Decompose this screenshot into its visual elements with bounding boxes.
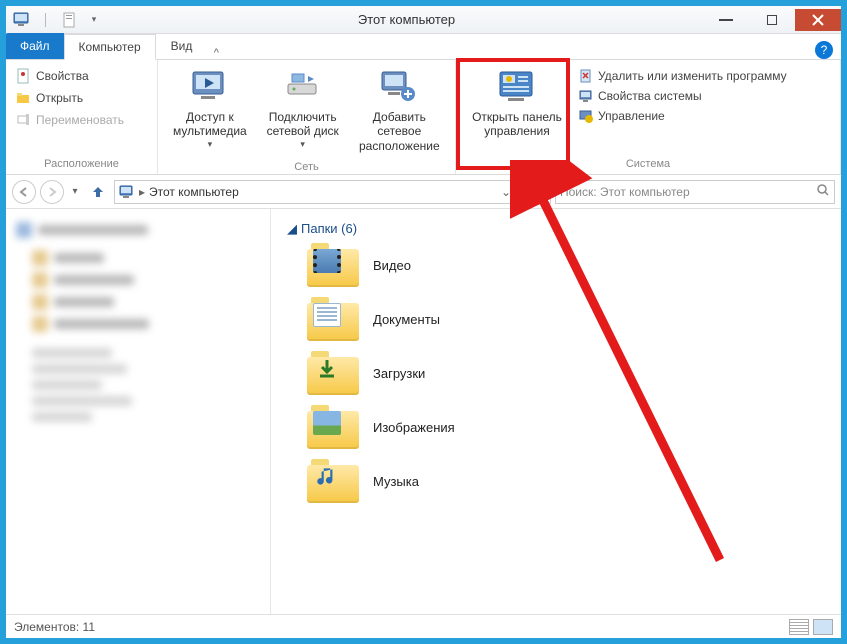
explorer-window: ▾ Этот компьютер Файл Компьютер Вид ^ ? … bbox=[6, 6, 841, 638]
folder-label: Музыка bbox=[373, 474, 419, 489]
dropdown-icon: ▾ bbox=[300, 139, 305, 150]
properties-qat-icon[interactable] bbox=[60, 10, 80, 30]
uninstall-program-button[interactable]: Удалить или изменить программу bbox=[574, 66, 791, 86]
dropdown-icon: ▾ bbox=[208, 139, 213, 150]
folder-item-pictures[interactable]: Изображения bbox=[307, 405, 829, 449]
folder-item-video[interactable]: Видео bbox=[307, 243, 829, 287]
map-drive-label: Подключить сетевой диск bbox=[260, 110, 346, 139]
add-network-location-button[interactable]: Добавить сетевое расположение bbox=[350, 64, 449, 155]
forward-button[interactable] bbox=[40, 180, 64, 204]
computer-icon bbox=[12, 10, 32, 30]
control-panel-icon bbox=[496, 66, 538, 108]
main-pane: ◢Папки (6) Видео Документы Загрузки Изображ… bbox=[271, 209, 841, 614]
folder-icon bbox=[307, 297, 359, 341]
folder-icon bbox=[307, 459, 359, 503]
manage-label: Управление bbox=[598, 109, 665, 123]
folder-label: Видео bbox=[373, 258, 411, 273]
view-details-button[interactable] bbox=[789, 619, 809, 635]
ribbon-group-network: Доступ к мультимедиа ▾ Подключить сетево… bbox=[158, 60, 456, 174]
open-control-panel-button[interactable]: Открыть панель управления bbox=[462, 64, 572, 141]
system-properties-icon bbox=[578, 88, 594, 104]
help-icon[interactable]: ? bbox=[815, 41, 833, 59]
ribbon-tabs: Файл Компьютер Вид ^ ? bbox=[6, 34, 841, 60]
rename-label: Переименовать bbox=[36, 113, 124, 127]
map-drive-icon bbox=[282, 66, 324, 108]
computer-icon bbox=[119, 184, 135, 200]
folder-icon bbox=[307, 243, 359, 287]
status-bar: Элементов: 11 bbox=[6, 614, 841, 638]
breadcrumb[interactable]: Этот компьютер bbox=[149, 185, 239, 199]
ribbon-group-location: Свойства Открыть Переименовать Расположе… bbox=[6, 60, 158, 174]
system-properties-button[interactable]: Свойства системы bbox=[574, 86, 791, 106]
tab-view[interactable]: Вид bbox=[156, 33, 208, 59]
history-dropdown-icon[interactable]: ▾ bbox=[68, 186, 82, 197]
back-button[interactable] bbox=[12, 180, 36, 204]
folder-label: Загрузки bbox=[373, 366, 425, 381]
folder-item-downloads[interactable]: Загрузки bbox=[307, 351, 829, 395]
media-access-icon bbox=[189, 66, 231, 108]
search-input[interactable]: Поиск: Этот компьютер bbox=[555, 180, 835, 204]
rename-icon bbox=[16, 112, 32, 128]
uninstall-label: Удалить или изменить программу bbox=[598, 69, 787, 83]
search-placeholder: Поиск: Этот компьютер bbox=[560, 185, 690, 199]
folders-section-header[interactable]: ◢Папки (6) bbox=[283, 217, 829, 243]
close-button[interactable] bbox=[795, 9, 841, 31]
manage-button[interactable]: Управление bbox=[574, 106, 791, 126]
uninstall-icon bbox=[578, 68, 594, 84]
properties-button[interactable]: Свойства bbox=[12, 66, 93, 86]
control-panel-label: Открыть панель управления bbox=[464, 110, 570, 139]
search-icon bbox=[816, 183, 830, 200]
window-title: Этот компьютер bbox=[110, 12, 703, 27]
properties-label: Свойства bbox=[36, 69, 89, 83]
folder-label: Изображения bbox=[373, 420, 455, 435]
minimize-ribbon-icon[interactable]: ^ bbox=[207, 47, 225, 59]
folder-item-documents[interactable]: Документы bbox=[307, 297, 829, 341]
navigation-pane[interactable] bbox=[6, 209, 271, 614]
window-controls bbox=[703, 9, 841, 31]
qat-dropdown-icon[interactable]: ▾ bbox=[84, 10, 104, 30]
qat-divider-icon bbox=[36, 10, 56, 30]
manage-icon bbox=[578, 108, 594, 124]
sysprops-label: Свойства системы bbox=[598, 89, 702, 103]
refresh-icon[interactable] bbox=[519, 183, 546, 200]
media-access-label: Доступ к мультимедиа bbox=[166, 110, 254, 139]
folder-icon bbox=[307, 405, 359, 449]
tab-file[interactable]: Файл bbox=[6, 33, 64, 59]
address-dropdown-icon[interactable]: ⌄ bbox=[497, 185, 515, 199]
group-system-label: Система bbox=[456, 156, 840, 174]
folder-label: Документы bbox=[373, 312, 440, 327]
address-bar[interactable]: ▸ Этот компьютер ⌄ bbox=[114, 180, 551, 204]
add-network-location-icon bbox=[378, 66, 420, 108]
open-label: Открыть bbox=[36, 91, 83, 105]
open-icon bbox=[16, 90, 32, 106]
folder-item-music[interactable]: Музыка bbox=[307, 459, 829, 503]
properties-icon bbox=[16, 68, 32, 84]
tab-computer[interactable]: Компьютер bbox=[64, 34, 156, 60]
item-count: Элементов: 11 bbox=[14, 620, 95, 634]
content-area: ◢Папки (6) Видео Документы Загрузки Изображ… bbox=[6, 209, 841, 614]
navigation-bar: ▾ ▸ Этот компьютер ⌄ Поиск: Этот компьют… bbox=[6, 175, 841, 209]
view-thumbnails-button[interactable] bbox=[813, 619, 833, 635]
quick-access-toolbar: ▾ bbox=[6, 10, 110, 30]
ribbon-group-system: Открыть панель управления Удалить или из… bbox=[456, 60, 841, 174]
media-access-button[interactable]: Доступ к мультимедиа ▾ bbox=[164, 64, 256, 152]
titlebar: ▾ Этот компьютер bbox=[6, 6, 841, 34]
map-drive-button[interactable]: Подключить сетевой диск ▾ bbox=[258, 64, 348, 152]
open-button[interactable]: Открыть bbox=[12, 88, 87, 108]
rename-button: Переименовать bbox=[12, 110, 128, 130]
group-location-label: Расположение bbox=[6, 156, 157, 174]
folder-icon bbox=[307, 351, 359, 395]
collapse-icon[interactable]: ◢ bbox=[287, 221, 297, 236]
minimize-button[interactable] bbox=[703, 9, 749, 31]
add-location-label: Добавить сетевое расположение bbox=[352, 110, 447, 153]
up-button[interactable] bbox=[86, 180, 110, 204]
ribbon: Свойства Открыть Переименовать Расположе… bbox=[6, 60, 841, 175]
maximize-button[interactable] bbox=[749, 9, 795, 31]
